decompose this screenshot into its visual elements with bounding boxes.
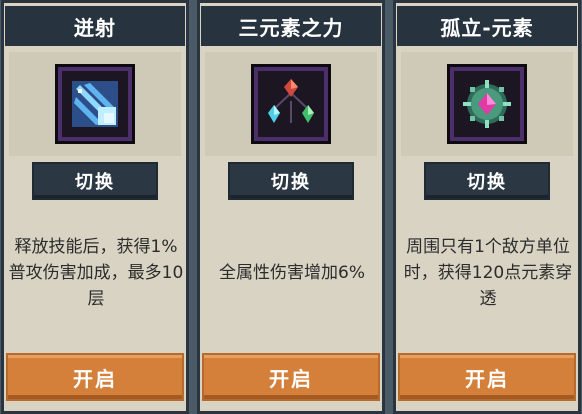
card-description: 周围只有1个敌方单位时，获得120点元素穿透 bbox=[399, 208, 577, 338]
three-element-gems-icon bbox=[254, 67, 328, 141]
card-title: 三元素之力 bbox=[201, 6, 381, 46]
talent-card-isolated-element: 孤立-元素 切换 周围只有1个敌方单位时，获得120点元素穿透 开启 bbox=[393, 0, 581, 414]
switch-button[interactable]: 切换 bbox=[34, 164, 156, 198]
talent-card-three-elements: 三元素之力 切换 全属性伤害增加6% 开启 bbox=[197, 0, 385, 414]
burst-arrows-icon bbox=[58, 67, 132, 141]
card-title: 孤立-元素 bbox=[397, 6, 577, 46]
card-description: 全属性伤害增加6% bbox=[203, 208, 381, 338]
card-title: 迸射 bbox=[5, 6, 185, 46]
enable-button[interactable]: 开启 bbox=[204, 355, 378, 399]
icon-area bbox=[401, 52, 573, 156]
card-description: 释放技能后，获得1%普攻伤害加成，最多10层 bbox=[7, 208, 185, 338]
icon-area bbox=[205, 52, 377, 156]
talent-card-burst: 迸射 切换 释放技能后，获得1%普攻伤害加成，最多10层 开启 bbox=[1, 0, 189, 414]
icon-area bbox=[9, 52, 181, 156]
enable-button[interactable]: 开启 bbox=[8, 355, 182, 399]
enable-button[interactable]: 开启 bbox=[400, 355, 574, 399]
isolated-element-icon bbox=[450, 67, 524, 141]
description-text: 周围只有1个敌方单位时，获得120点元素穿透 bbox=[403, 237, 573, 309]
description-text: 全属性伤害增加6% bbox=[219, 263, 365, 283]
switch-button[interactable]: 切换 bbox=[426, 164, 548, 198]
switch-button[interactable]: 切换 bbox=[230, 164, 352, 198]
description-text: 释放技能后，获得1%普攻伤害加成，最多10层 bbox=[8, 237, 184, 309]
